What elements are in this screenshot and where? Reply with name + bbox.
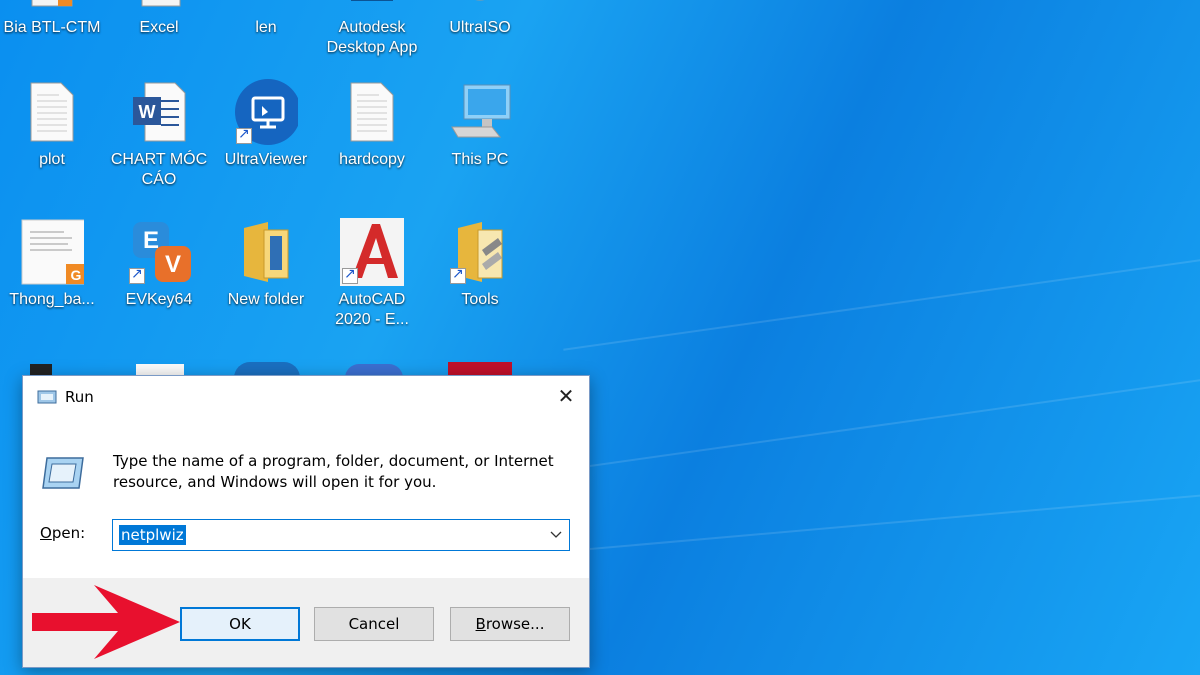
- desktop-icon-label: Excel: [139, 19, 179, 36]
- excel-icon: [127, 0, 191, 12]
- evkey-icon: EV: [127, 220, 191, 284]
- title-bar[interactable]: Run ✕: [23, 376, 589, 416]
- svg-text:V: V: [165, 251, 181, 278]
- desktop-icon-hardcopy[interactable]: hardcopy: [320, 80, 424, 200]
- autodesk-icon: [340, 0, 404, 12]
- desktop-icon-this-pc[interactable]: This PC: [428, 80, 532, 200]
- shortcut-arrow-icon: [342, 266, 358, 284]
- desktop-icon-ultraiso[interactable]: UltraISO: [428, 0, 532, 68]
- desktop-icon-new-folder[interactable]: New folder: [214, 220, 318, 340]
- desktop-icon-label: Bia BTL-CTM: [3, 19, 101, 36]
- open-input[interactable]: netplwiz: [112, 519, 570, 551]
- open-input-value: netplwiz: [119, 525, 186, 545]
- shortcut-arrow-icon: [129, 266, 145, 284]
- desktop-icon-label: UltraISO: [449, 19, 511, 36]
- close-button[interactable]: ✕: [543, 376, 589, 416]
- desktop-icon-label: AutoCAD 2020 - E...: [335, 291, 409, 328]
- document-icon: [20, 0, 84, 12]
- folder-icon: [234, 220, 298, 284]
- shortcut-arrow-icon: [450, 266, 466, 284]
- desktop-icon-chart-moc-cao[interactable]: W CHART MÓC CÁO: [107, 80, 211, 200]
- folder-icon: [448, 220, 512, 284]
- cancel-button[interactable]: Cancel: [314, 607, 434, 641]
- ok-button[interactable]: OK: [180, 607, 300, 641]
- shortcut-arrow-icon: [236, 126, 252, 144]
- dialog-description: Type the name of a program, folder, docu…: [113, 452, 554, 491]
- desktop-icon-label: hardcopy: [339, 151, 405, 168]
- dialog-body: Type the name of a program, folder, docu…: [23, 416, 589, 578]
- desktop-icon-label: len: [255, 19, 277, 36]
- desktop-icon-ultraviewer[interactable]: UltraViewer: [214, 79, 318, 200]
- word-icon: W: [127, 80, 191, 144]
- desktop-icon-label: plot: [39, 151, 65, 168]
- desktop-icon-plot[interactable]: plot: [0, 80, 104, 200]
- desktop-icon-label: Autodesk Desktop App: [326, 19, 418, 56]
- dropdown-button[interactable]: [543, 520, 569, 550]
- desktop-icon-evkey64[interactable]: EV EVKey64: [107, 220, 211, 340]
- red-arrow-icon: [32, 585, 180, 659]
- desktop-icon-autocad-2020[interactable]: AutoCAD 2020 - E...: [320, 218, 424, 340]
- disc-icon: [448, 0, 512, 12]
- desktop-icon-excel[interactable]: Excel: [107, 0, 211, 68]
- close-icon: ✕: [557, 384, 575, 408]
- dialog-title: Run: [65, 388, 94, 406]
- open-label: Open:: [40, 524, 86, 542]
- desktop-icon-tools[interactable]: Tools: [428, 220, 532, 340]
- folder-icon: [234, 0, 298, 12]
- browse-button[interactable]: Browse...: [450, 607, 570, 641]
- desktop-icon-label: New folder: [227, 291, 305, 308]
- document-icon: [340, 80, 404, 144]
- run-icon: [37, 390, 57, 404]
- autocad-icon: [340, 218, 404, 286]
- desktop-icon-label: Tools: [461, 291, 499, 308]
- svg-text:G: G: [71, 267, 82, 283]
- svg-text:W: W: [139, 102, 156, 122]
- desktop-icon-label: This PC: [451, 151, 509, 168]
- pdf-document-icon: G: [20, 219, 84, 285]
- run-program-icon: [42, 457, 84, 489]
- desktop-icon-label: UltraViewer: [224, 151, 308, 168]
- document-icon: [20, 80, 84, 144]
- desktop-icon-label: CHART MÓC CÁO: [110, 151, 208, 188]
- desktop-icon-label: EVKey64: [125, 291, 193, 308]
- ultraviewer-icon: [234, 79, 298, 145]
- desktop-icon-len[interactable]: len: [214, 0, 318, 68]
- desktop-icon-autodesk-desktop-app[interactable]: Autodesk Desktop App: [320, 0, 424, 68]
- chevron-down-icon: [550, 531, 562, 538]
- computer-icon: [448, 80, 512, 144]
- desktop-icon-label: Thong_ba...: [9, 291, 95, 308]
- desktop-icon-thong-ba[interactable]: G Thong_ba...: [0, 219, 104, 340]
- desktop-icon-bia-btl-ctm[interactable]: Bia BTL-CTM: [0, 0, 104, 68]
